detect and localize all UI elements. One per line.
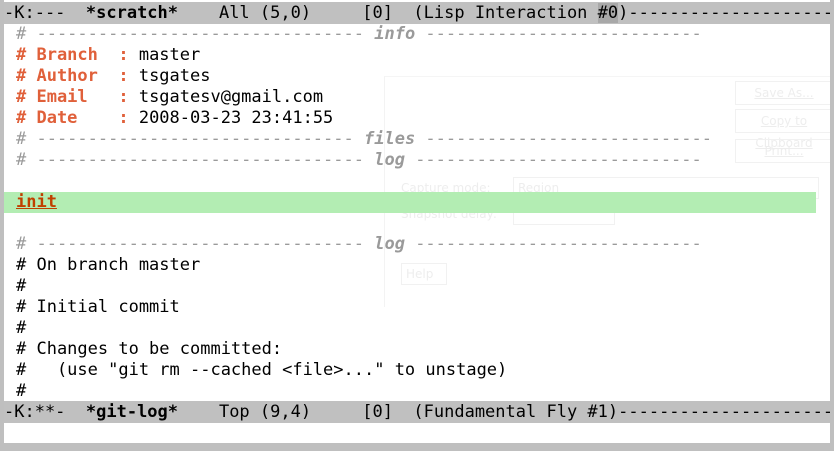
modeline-frame-number: #0 bbox=[597, 3, 619, 23]
separator-files: # ------------------------------- files … bbox=[16, 129, 712, 149]
branch-line: # Branch : master bbox=[16, 45, 816, 66]
scratch-modeline[interactable]: -K:--- *scratch* All (5,0) [0] (Lisp Int… bbox=[4, 2, 830, 24]
branch-key: # Branch : bbox=[16, 45, 129, 65]
branch-value: master bbox=[128, 45, 201, 65]
status-line: # bbox=[16, 381, 27, 401]
separator-info-label: info bbox=[374, 24, 416, 44]
frame-border-bottom bbox=[0, 443, 834, 451]
date-key: # Date : bbox=[16, 108, 129, 128]
status-line: # (use "git rm --cached <file>..." to un… bbox=[16, 360, 508, 380]
author-value: tsgates bbox=[128, 66, 211, 86]
modeline-fill: )----------------------------------- bbox=[618, 3, 830, 23]
separator-files-label: files bbox=[364, 129, 416, 149]
author-line: # Author : tsgates bbox=[16, 66, 816, 87]
separator-log-2: # -------------------------------- log -… bbox=[16, 234, 702, 254]
git-log-modeline[interactable]: -K:**- *git-log* Top (9,4) [0] (Fundamen… bbox=[4, 401, 830, 423]
status-line: # Initial commit bbox=[16, 297, 180, 317]
modeline-buffer-name[interactable]: *scratch* bbox=[86, 3, 178, 23]
status-line: # bbox=[16, 318, 27, 338]
commit-message-line[interactable]: init bbox=[0, 192, 816, 213]
email-value: tsgatesv@gmail.com bbox=[128, 87, 324, 107]
email-line: # Email : tsgatesv@gmail.com bbox=[16, 87, 816, 108]
separator-log-label: log bbox=[374, 234, 405, 254]
git-log-buffer[interactable]: # -------------------------------- info … bbox=[0, 24, 816, 402]
date-value: 2008-03-23 23:41:55 bbox=[128, 108, 334, 128]
separator-log-label: log bbox=[374, 150, 405, 170]
date-line: # Date : 2008-03-23 23:41:55 bbox=[16, 108, 816, 129]
commit-message[interactable]: init bbox=[16, 192, 57, 212]
modeline-flags: -K:**- bbox=[4, 402, 86, 422]
modeline-position: Top (9,4) [0] (Fundamental Fly #1) bbox=[178, 402, 619, 422]
frame-border-right bbox=[830, 0, 834, 451]
frame-border-left bbox=[0, 0, 4, 451]
separator-info: # -------------------------------- info … bbox=[16, 24, 702, 44]
emacs-frame: -K:--- *scratch* All (5,0) [0] (Lisp Int… bbox=[0, 0, 834, 451]
status-line: # On branch master bbox=[16, 255, 201, 275]
email-key: # Email : bbox=[16, 87, 129, 107]
status-line: # Changes to be committed: bbox=[16, 339, 283, 359]
modeline-fill: ----------------------------------------… bbox=[618, 402, 830, 422]
modeline-position: All (5,0) [0] (Lisp Interaction bbox=[178, 3, 598, 23]
author-key: # Author : bbox=[16, 66, 129, 86]
modeline-buffer-name[interactable]: *git-log* bbox=[86, 402, 178, 422]
modeline-flags: -K:--- bbox=[4, 3, 86, 23]
status-line: # bbox=[16, 276, 27, 296]
separator-log-1: # -------------------------------- log -… bbox=[16, 150, 702, 170]
